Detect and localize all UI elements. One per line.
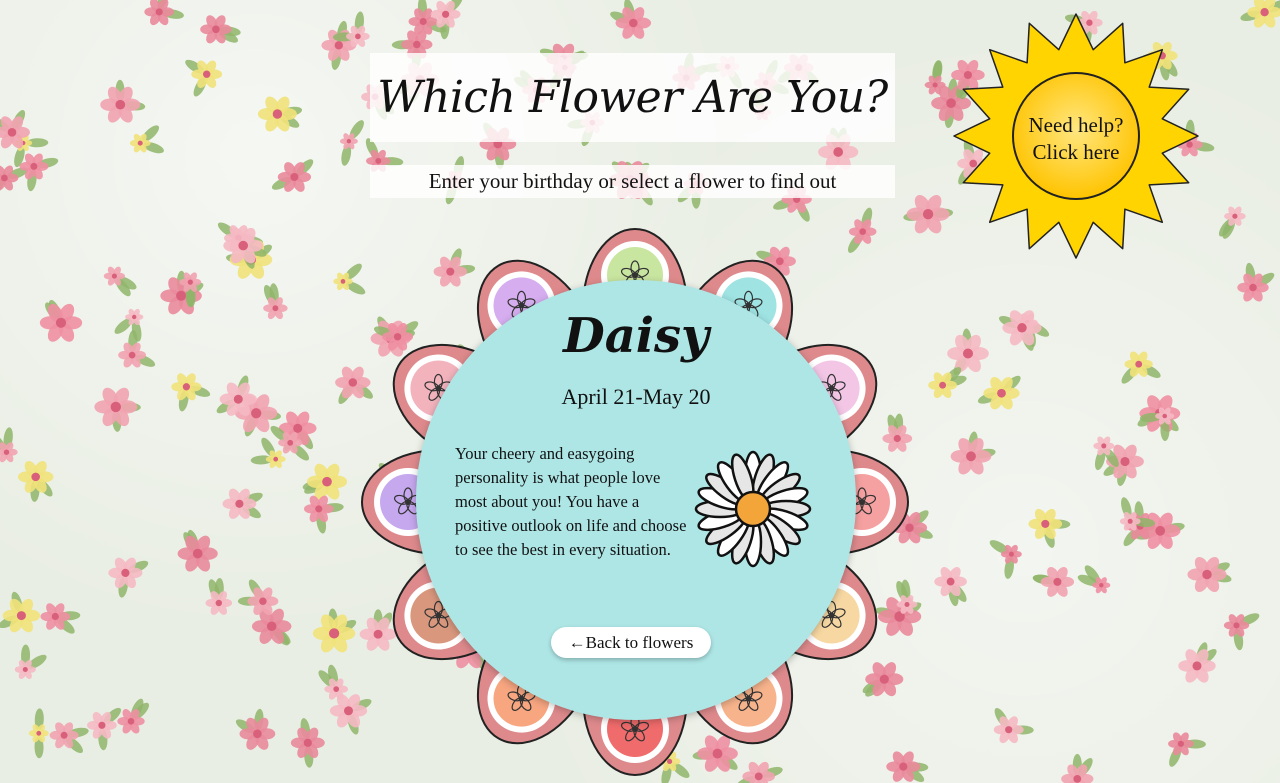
wallpaper-blossom xyxy=(129,125,164,154)
wallpaper-blossom xyxy=(103,266,137,297)
back-to-flowers-button[interactable]: ←Back to flowers xyxy=(551,627,711,658)
wallpaper-blossom xyxy=(303,495,344,534)
flower-description: Your cheery and easygoing personality is… xyxy=(455,444,687,559)
help-line-2: Click here xyxy=(1032,140,1120,164)
wallpaper-blossom xyxy=(1168,732,1206,767)
wallpaper-blossom xyxy=(28,708,49,759)
wallpaper-blossom xyxy=(235,708,276,750)
wallpaper-blossom xyxy=(185,59,223,97)
wallpaper-blossom xyxy=(200,15,241,44)
help-line-1: Need help? xyxy=(1028,113,1124,137)
flower-dates: April 21-May 20 xyxy=(561,384,711,409)
help-text: Need help? Click here xyxy=(1016,112,1136,166)
wallpaper-blossom xyxy=(237,579,279,615)
wallpaper-blossom xyxy=(312,608,357,653)
wallpaper-blossom xyxy=(205,578,233,615)
wallpaper-blossom xyxy=(989,540,1022,579)
wallpaper-blossom xyxy=(271,159,314,192)
wallpaper-blossom xyxy=(1237,262,1275,302)
wallpaper-blossom xyxy=(339,120,364,166)
wallpaper-blossom xyxy=(0,427,18,463)
wallpaper-blossom xyxy=(1077,565,1111,594)
wallpaper-blossom xyxy=(1032,567,1075,597)
wallpaper-blossom xyxy=(1121,351,1161,384)
wallpaper-blossom xyxy=(117,698,150,734)
flower-name: Daisy xyxy=(563,308,709,364)
wallpaper-blossom xyxy=(87,707,122,751)
wallpaper-blossom xyxy=(1061,753,1094,783)
wallpaper-blossom xyxy=(977,375,1021,410)
title-banner: Which Flower Are You? xyxy=(370,53,895,142)
wallpaper-blossom xyxy=(998,310,1042,351)
wallpaper-blossom xyxy=(1178,642,1217,683)
wallpaper-blossom xyxy=(49,722,89,754)
wallpaper-blossom xyxy=(108,557,149,598)
wallpaper-blossom xyxy=(993,707,1034,744)
subtitle-banner: Enter your birthday or select a flower t… xyxy=(370,165,895,198)
help-sun-button[interactable]: Need help? Click here xyxy=(950,12,1202,264)
wallpaper-blossom xyxy=(177,529,218,572)
wallpaper-blossom xyxy=(222,488,263,519)
wallpaper-blossom xyxy=(14,644,47,679)
wallpaper-blossom xyxy=(263,283,288,320)
wallpaper-blossom xyxy=(257,96,303,132)
wallpaper-blossom xyxy=(144,0,184,26)
wallpaper-blossom xyxy=(1028,508,1071,548)
wallpaper-blossom xyxy=(610,0,652,39)
wallpaper-blossom xyxy=(934,567,967,607)
wallpaper-blossom xyxy=(290,718,325,768)
wallpaper-blossom xyxy=(950,431,996,475)
flower-result-card: Daisy April 21-May 20 Your cheery and ea… xyxy=(416,280,856,720)
wallpaper-blossom xyxy=(0,591,41,633)
wallpaper-blossom xyxy=(160,270,204,315)
wallpaper-blossom xyxy=(171,373,211,412)
wallpaper-blossom xyxy=(1240,0,1280,28)
daisy-icon xyxy=(694,450,812,568)
wallpaper-blossom xyxy=(1218,206,1246,239)
wallpaper-blossom xyxy=(94,387,141,432)
wallpaper-blossom xyxy=(17,461,54,502)
wallpaper-blossom xyxy=(1223,613,1260,651)
wallpaper-blossom xyxy=(40,603,81,634)
wallpaper-blossom xyxy=(39,299,83,342)
page-subtitle: Enter your birthday or select a flower t… xyxy=(428,169,837,193)
wallpaper-blossom xyxy=(100,79,146,123)
page-title: Which Flower Are You? xyxy=(377,72,888,123)
wallpaper-blossom xyxy=(114,308,144,342)
wallpaper-blossom xyxy=(1187,557,1232,592)
